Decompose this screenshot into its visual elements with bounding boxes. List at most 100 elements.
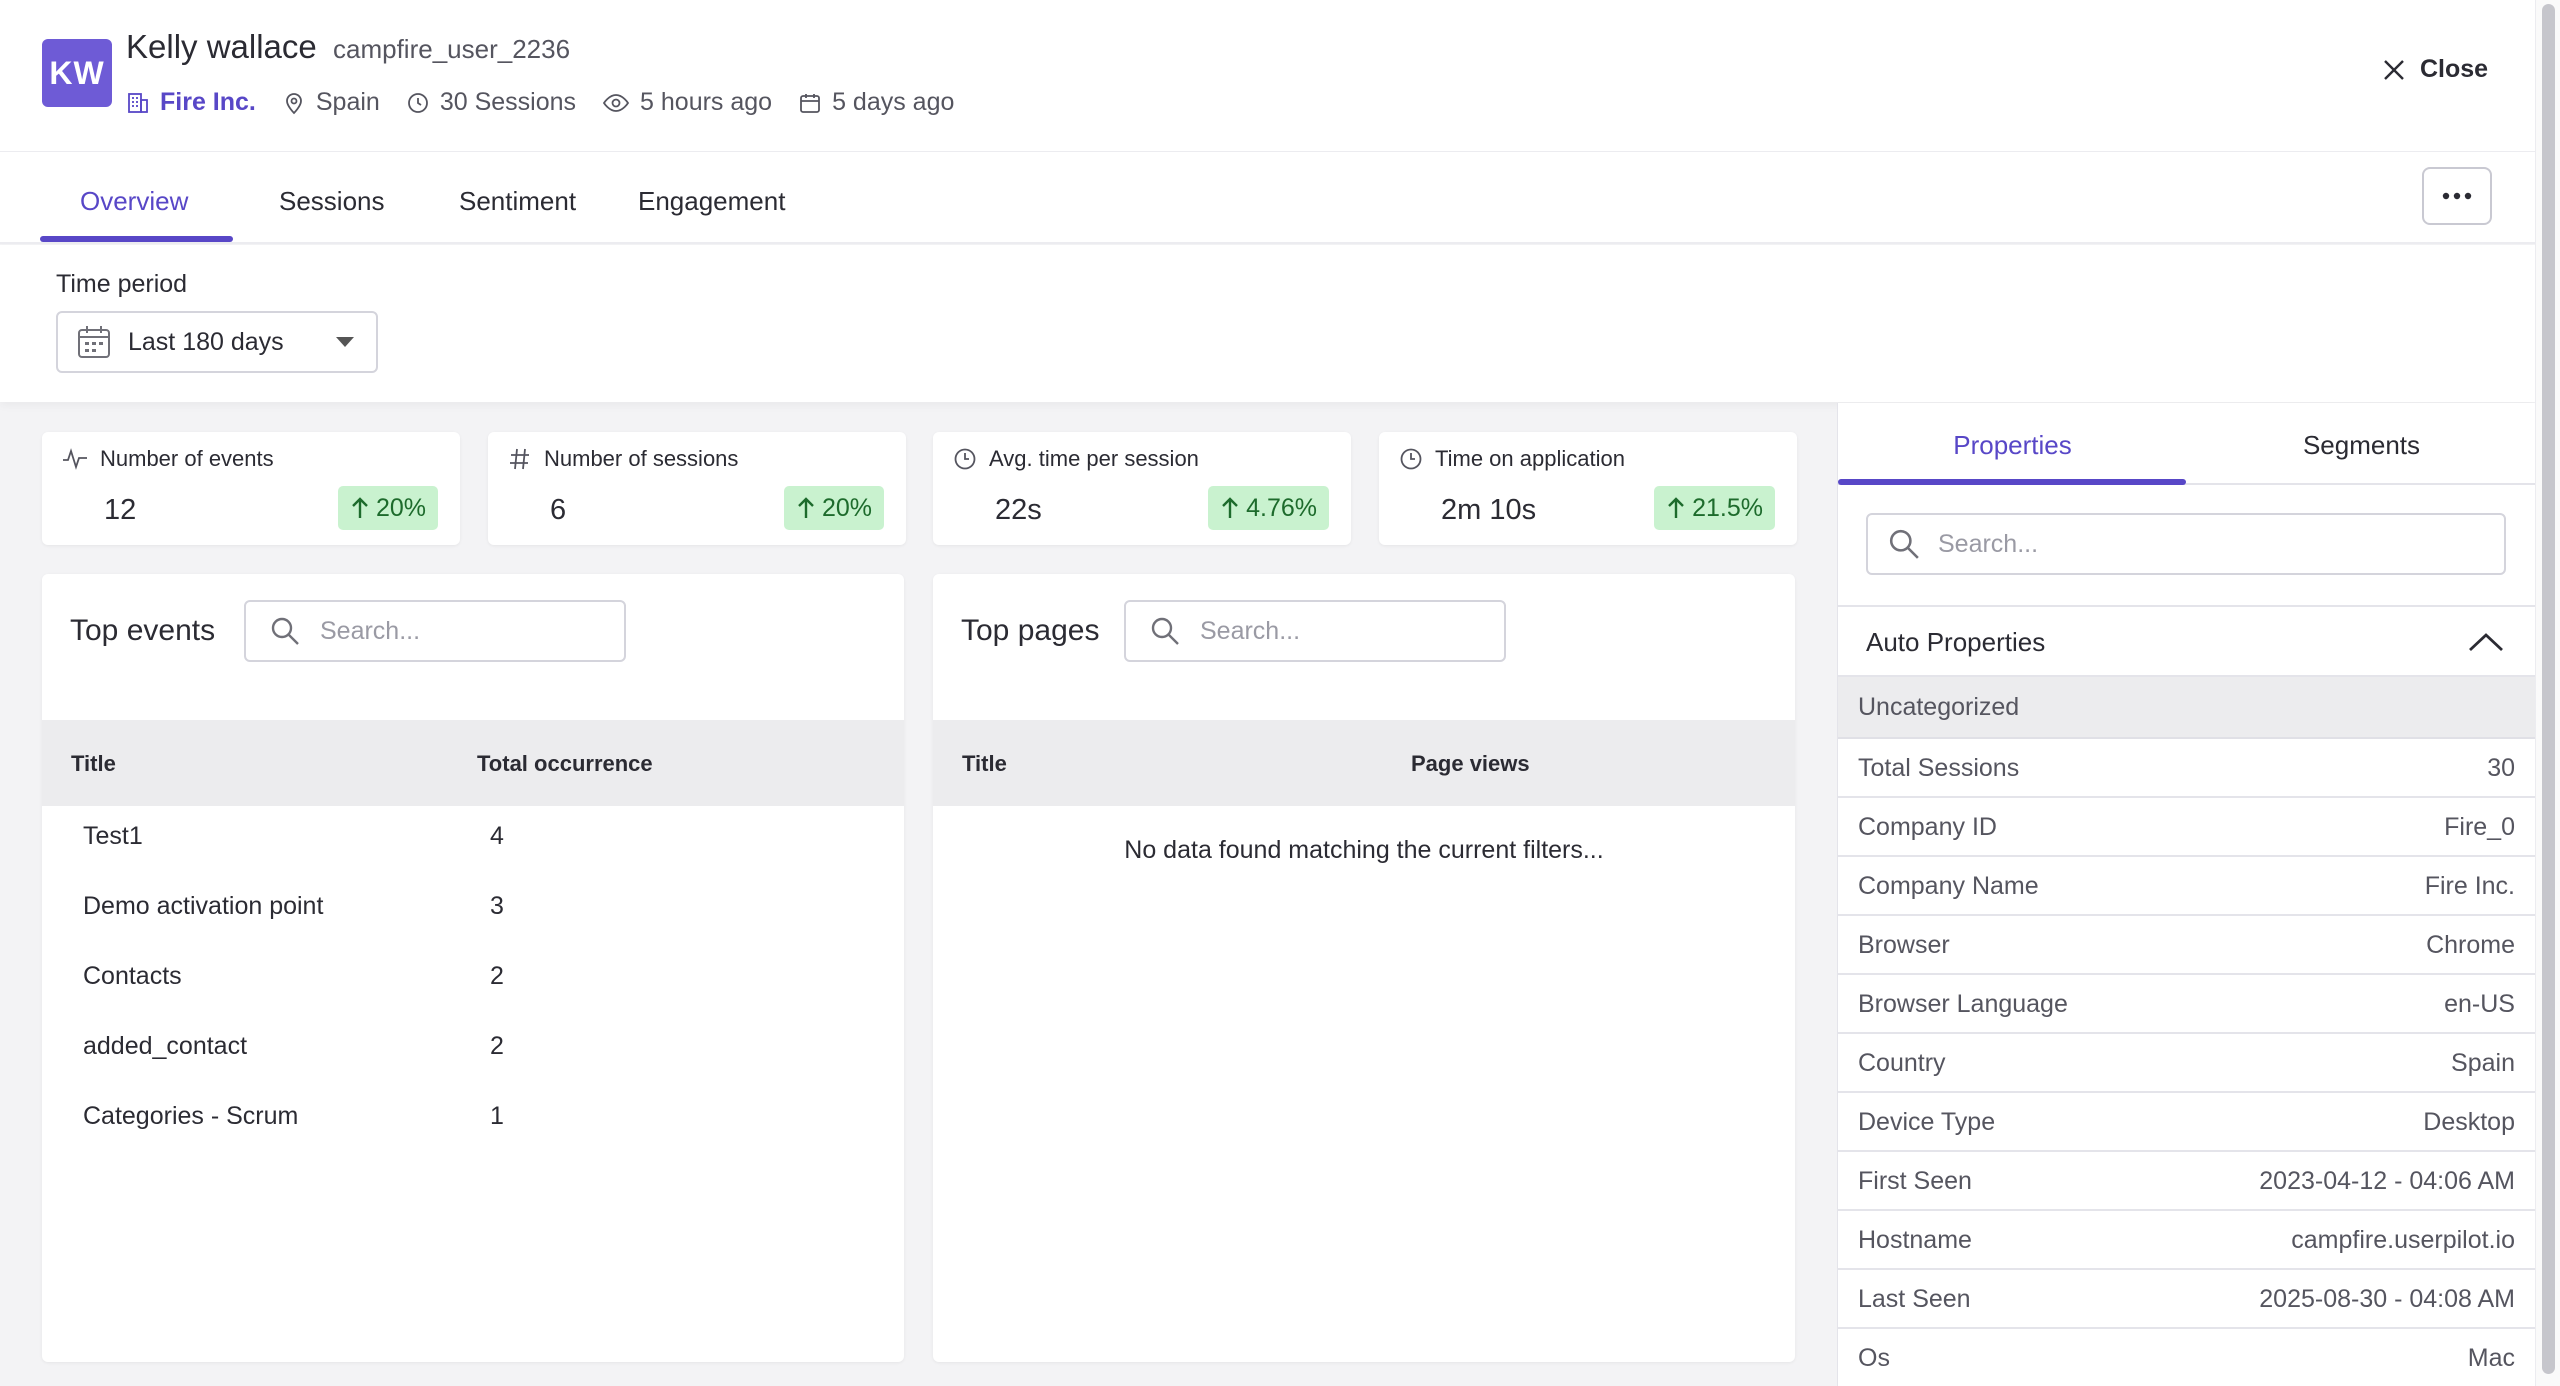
chevron-up-icon bbox=[2467, 631, 2505, 653]
active-tab-indicator bbox=[40, 236, 233, 242]
search-icon bbox=[1888, 528, 1920, 560]
building-icon bbox=[126, 91, 160, 115]
time-period-select[interactable]: Last 180 days bbox=[56, 311, 378, 373]
time-period-value: Last 180 days bbox=[128, 327, 284, 356]
search-icon bbox=[270, 616, 300, 646]
table-row[interactable]: Contacts 2 bbox=[42, 962, 904, 1032]
event-title: Test1 bbox=[83, 822, 143, 850]
property-value: 2025-08-30 - 04:08 AM bbox=[2259, 1285, 2515, 1313]
top-pages-search-input[interactable]: Search... bbox=[1124, 600, 1506, 662]
stat-card-sessions: Number of sessions 6 20% bbox=[488, 432, 906, 545]
user-header: KW Kelly wallace campfire_user_2236 Fire… bbox=[0, 0, 2535, 152]
stat-title: Avg. time per session bbox=[989, 446, 1199, 471]
user-first-seen: 5 days ago bbox=[798, 88, 954, 117]
properties-search-input[interactable]: Search... bbox=[1866, 513, 2506, 575]
last-seen-text: 5 hours ago bbox=[640, 88, 773, 116]
property-key: Country bbox=[1858, 1049, 1946, 1077]
table-row[interactable]: added_contact 2 bbox=[42, 1032, 904, 1102]
stat-value: 12 bbox=[104, 494, 137, 526]
scrollbar-thumb[interactable] bbox=[2542, 4, 2555, 1374]
user-sessions: 30 Sessions bbox=[406, 88, 576, 117]
table-row[interactable]: Demo activation point 3 bbox=[42, 892, 904, 962]
stat-change: 20% bbox=[821, 493, 872, 522]
property-value: Mac bbox=[2467, 1344, 2515, 1372]
more-options-button[interactable] bbox=[2422, 167, 2492, 225]
property-row: Company ID Fire_0 bbox=[1838, 798, 2535, 857]
close-button[interactable]: Close bbox=[2380, 55, 2488, 84]
location-pin-icon bbox=[282, 91, 316, 115]
property-row: Device Type Desktop bbox=[1838, 1093, 2535, 1152]
search-icon bbox=[1150, 616, 1180, 646]
properties-side-panel: Properties Segments Search... Auto Prope… bbox=[1837, 403, 2535, 1386]
tab-engagement[interactable]: Engagement bbox=[638, 186, 785, 217]
empty-state-message: No data found matching the current filte… bbox=[1124, 836, 1604, 864]
event-count: 2 bbox=[490, 962, 504, 990]
property-value: en-US bbox=[2444, 990, 2515, 1018]
tab-sessions[interactable]: Sessions bbox=[279, 186, 385, 217]
side-panel-tabs: Properties Segments bbox=[1838, 403, 2535, 485]
avatar: KW bbox=[42, 39, 112, 107]
tab-properties[interactable]: Properties bbox=[1838, 430, 2187, 461]
property-value: 30 bbox=[2487, 754, 2515, 782]
stat-title: Number of sessions bbox=[544, 446, 739, 471]
property-row: Os Mac bbox=[1838, 1329, 2535, 1386]
event-title: Categories - Scrum bbox=[83, 1102, 299, 1130]
stat-change-badge: 4.76% bbox=[1208, 486, 1329, 530]
active-tab-indicator bbox=[1838, 479, 2186, 485]
column-header-title[interactable]: Title bbox=[962, 751, 1007, 777]
property-key: Total Sessions bbox=[1858, 754, 2020, 782]
auto-properties-header[interactable]: Auto Properties bbox=[1838, 605, 2535, 677]
property-key: Device Type bbox=[1858, 1108, 1996, 1136]
top-events-search-input[interactable]: Search... bbox=[244, 600, 626, 662]
property-key: Browser bbox=[1858, 931, 1950, 959]
uncategorized-group: Uncategorized bbox=[1838, 677, 2535, 739]
search-placeholder: Search... bbox=[1938, 529, 2039, 558]
time-period-label: Time period bbox=[56, 270, 188, 298]
calendar-icon bbox=[76, 324, 112, 360]
tab-sentiment[interactable]: Sentiment bbox=[459, 186, 576, 217]
scrollbar[interactable] bbox=[2535, 0, 2560, 1386]
property-row: Browser Language en-US bbox=[1838, 975, 2535, 1034]
time-period-section: Time period Last 180 days bbox=[0, 245, 2535, 402]
table-row[interactable]: Categories - Scrum 1 bbox=[42, 1102, 904, 1172]
eye-icon bbox=[602, 91, 640, 115]
tab-segments[interactable]: Segments bbox=[2187, 430, 2536, 461]
stat-value: 22s bbox=[995, 494, 1042, 526]
stat-title: Time on application bbox=[1435, 446, 1625, 471]
property-key: First Seen bbox=[1858, 1167, 1972, 1195]
stat-card-events: Number of events 12 20% bbox=[42, 432, 460, 545]
property-key: Last Seen bbox=[1858, 1285, 1971, 1313]
property-row: Total Sessions 30 bbox=[1838, 739, 2535, 798]
close-label: Close bbox=[2420, 55, 2489, 83]
event-count: 1 bbox=[490, 1102, 504, 1130]
clock-icon bbox=[953, 447, 989, 471]
company-link[interactable]: Fire Inc. bbox=[126, 88, 256, 117]
event-count: 2 bbox=[490, 1032, 504, 1060]
column-header-page-views[interactable]: Page views bbox=[1411, 751, 1530, 777]
event-count: 3 bbox=[490, 892, 504, 920]
table-row[interactable]: Test1 4 bbox=[42, 822, 904, 892]
group-title: Uncategorized bbox=[1858, 693, 2020, 721]
property-value: Fire Inc. bbox=[2424, 872, 2515, 900]
property-value: Desktop bbox=[2423, 1108, 2515, 1136]
stat-change-badge: 21.5% bbox=[1654, 486, 1775, 530]
tab-overview[interactable]: Overview bbox=[80, 186, 188, 217]
search-placeholder: Search... bbox=[1200, 616, 1301, 645]
event-title: Contacts bbox=[83, 962, 182, 990]
arrow-up-icon bbox=[1666, 496, 1692, 520]
company-name: Fire Inc. bbox=[160, 88, 256, 116]
table-header: Title Total occurrence bbox=[42, 720, 904, 806]
property-row: Company Name Fire Inc. bbox=[1838, 857, 2535, 916]
user-country: Spain bbox=[282, 88, 380, 117]
table-header: Title Page views bbox=[933, 720, 1795, 806]
column-header-total-occurrence[interactable]: Total occurrence bbox=[477, 751, 653, 777]
top-events-panel: Top events Search... Title Total occurre… bbox=[42, 574, 904, 1362]
close-icon bbox=[2380, 56, 2420, 84]
column-header-title[interactable]: Title bbox=[71, 751, 116, 777]
stat-value: 6 bbox=[550, 494, 567, 526]
hash-icon bbox=[508, 447, 544, 471]
property-key: Hostname bbox=[1858, 1226, 1972, 1254]
more-dots-icon bbox=[2442, 192, 2472, 200]
stat-card-time-on-app: Time on application 2m 10s 21.5% bbox=[1379, 432, 1797, 545]
property-key: Company Name bbox=[1858, 872, 2039, 900]
